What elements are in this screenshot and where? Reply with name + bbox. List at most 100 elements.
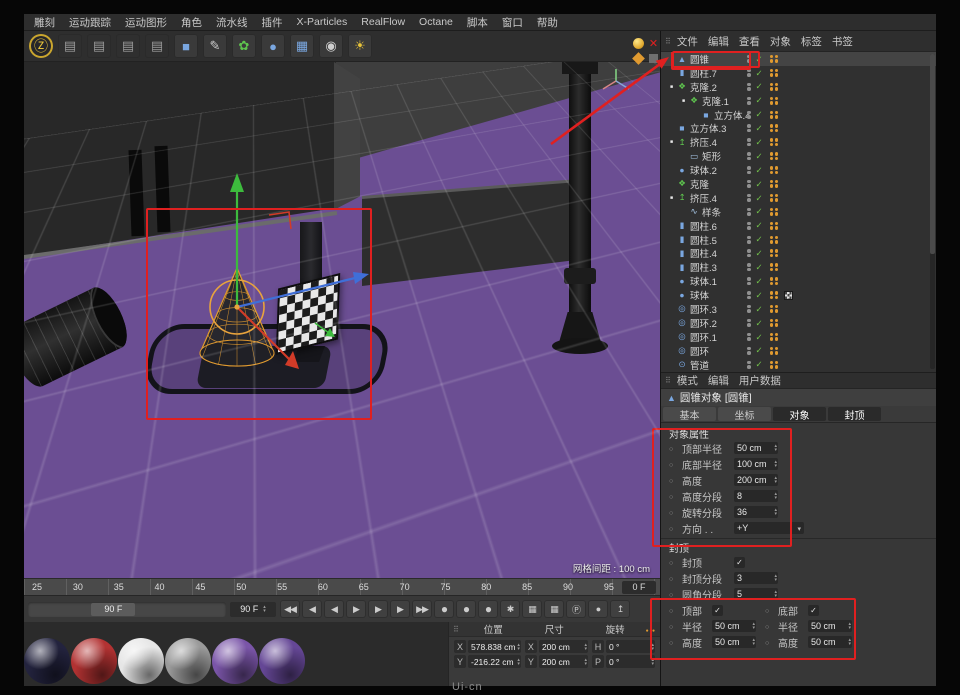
layer-dots-icon[interactable] (770, 97, 779, 105)
pen-spline-icon[interactable]: ✎ (203, 34, 227, 58)
anim-dot-icon[interactable] (669, 507, 678, 518)
material-sphere[interactable] (165, 638, 211, 684)
timeline-end-field[interactable]: 0 F (622, 581, 656, 594)
anim-dot-icon[interactable] (669, 557, 678, 568)
layer-dots-icon[interactable] (770, 291, 779, 299)
anim-dot-icon[interactable] (669, 605, 678, 616)
anim-dot-icon[interactable] (765, 621, 774, 632)
object-row[interactable]: ▮ 圆柱.5 ✓ (661, 233, 936, 247)
attribute-tab[interactable]: 坐标 (718, 407, 771, 421)
goto-start-button[interactable]: ◀◀ (280, 600, 300, 618)
visibility-dots-icon[interactable] (747, 111, 751, 119)
object-row[interactable]: ■ ↥ 挤压.4 ✓ (661, 135, 936, 149)
visibility-dots-icon[interactable] (747, 361, 751, 369)
timeline-slider[interactable]: 90 F (28, 602, 226, 617)
anim-dot-icon[interactable] (669, 459, 678, 470)
object-row[interactable]: ■ ↥ 挤压.4 ✓ (661, 191, 936, 205)
coordinate-input[interactable]: 0 ° (606, 655, 655, 668)
layer-dots-icon[interactable] (770, 69, 779, 77)
enable-check-icon[interactable]: ✓ (756, 291, 765, 300)
enable-check-icon[interactable]: ✓ (756, 166, 765, 175)
timeline-ruler[interactable]: 253035404550556065707580859095 0 F (24, 578, 660, 595)
object-row[interactable]: ● 球体.2 ✓ (661, 163, 936, 177)
render-region-icon[interactable]: ▤ (87, 34, 111, 58)
layer-dots-icon[interactable] (770, 166, 779, 174)
object-row[interactable]: ■ ❖ 克隆.2 ✓ (661, 80, 936, 94)
object-row[interactable]: ◎ 圆环.3 ✓ (661, 302, 936, 316)
object-row[interactable]: ● 球体 ✓ (661, 288, 936, 302)
menu-item[interactable]: 运动图形 (125, 15, 167, 30)
object-row[interactable]: ▮ 圆柱.4 ✓ (661, 246, 936, 260)
enable-check-icon[interactable]: ✓ (756, 124, 765, 133)
goto-end-button[interactable]: ▶▶ (412, 600, 432, 618)
field-input[interactable]: 8 (734, 490, 778, 502)
layer-dots-icon[interactable] (770, 236, 779, 244)
light-object-icon[interactable] (633, 38, 644, 49)
anim-dot-icon[interactable] (669, 589, 678, 600)
visibility-dots-icon[interactable] (747, 194, 751, 202)
enable-check-icon[interactable]: ✓ (756, 138, 765, 147)
field-input[interactable]: 5 (734, 588, 778, 600)
attribute-tab[interactable]: 基本 (663, 407, 716, 421)
layer-dots-icon[interactable] (770, 277, 779, 285)
field-input[interactable]: 100 cm (734, 458, 778, 470)
scrollbar[interactable] (930, 54, 935, 369)
anim-dot-icon[interactable] (669, 573, 678, 584)
visibility-dots-icon[interactable] (747, 69, 751, 77)
attribute-tab[interactable]: 封顶 (828, 407, 881, 421)
visibility-dots-icon[interactable] (747, 208, 751, 216)
upload-button[interactable]: ↥ (610, 600, 630, 618)
material-sphere[interactable] (118, 638, 164, 684)
anim-dot-icon[interactable] (669, 637, 678, 648)
field-input[interactable]: 50 cm (734, 442, 778, 454)
enable-check-icon[interactable]: ✓ (756, 277, 765, 286)
enable-check-icon[interactable]: ✓ (756, 333, 765, 342)
menu-item[interactable]: 编辑 (708, 34, 729, 49)
next-key-button[interactable]: ▶ (390, 600, 410, 618)
menu-item[interactable]: 对象 (770, 34, 791, 49)
visibility-dots-icon[interactable] (747, 305, 751, 313)
stepper-arrows-icon[interactable] (774, 476, 777, 484)
pole-object[interactable] (569, 62, 591, 348)
goz-icon[interactable]: Ⓩ (29, 34, 53, 58)
stepper-arrows-icon[interactable] (774, 444, 777, 452)
layer-dots-icon[interactable] (770, 55, 779, 63)
field-plane-icon[interactable]: ▦ (290, 34, 314, 58)
layer-dots-icon[interactable] (770, 333, 779, 341)
visibility-dots-icon[interactable] (747, 97, 751, 105)
enable-check-icon[interactable]: ✓ (756, 235, 765, 244)
stepper-arrows-icon[interactable] (651, 643, 654, 651)
field-input[interactable]: 50 cm (712, 636, 756, 648)
enable-check-icon[interactable]: ✓ (756, 194, 765, 203)
render-queue-icon[interactable]: ▤ (145, 34, 169, 58)
layer-dots-icon[interactable] (770, 319, 779, 327)
layer-dots-icon[interactable] (770, 347, 779, 355)
record-keyframe-button[interactable]: ● (434, 600, 454, 618)
visibility-dots-icon[interactable] (747, 152, 751, 160)
current-frame-field[interactable]: 90 F (230, 602, 276, 617)
stepper-arrows-icon[interactable] (651, 658, 654, 666)
stepper-arrows-icon[interactable] (774, 574, 777, 582)
visibility-dots-icon[interactable] (747, 138, 751, 146)
render-settings-icon[interactable]: ▤ (116, 34, 140, 58)
anim-dot-icon[interactable] (669, 621, 678, 632)
object-row[interactable]: ● 球体.1 ✓ (661, 274, 936, 288)
camera-icon[interactable]: ◉ (319, 34, 343, 58)
menu-item[interactable]: RealFlow (361, 16, 405, 28)
stepper-arrows-icon[interactable] (752, 622, 755, 630)
stepper-arrows-icon[interactable] (774, 508, 777, 516)
object-row[interactable]: ■ 立方体.3 ✓ (661, 121, 936, 135)
field-dropdown[interactable]: +Y (734, 522, 804, 534)
menu-item[interactable]: 窗口 (502, 15, 523, 30)
anim-dot-icon[interactable] (669, 491, 678, 502)
record-scale-button[interactable]: ▦ (544, 600, 564, 618)
enable-check-icon[interactable]: ✓ (756, 207, 765, 216)
enable-check-icon[interactable]: ✓ (756, 180, 765, 189)
stepper-arrows-icon[interactable] (517, 658, 520, 666)
expand-toggle-icon[interactable]: ■ (667, 195, 676, 201)
light-icon[interactable]: ☀ (348, 34, 372, 58)
barrel-object[interactable] (24, 280, 144, 404)
stepper-arrows-icon[interactable] (752, 638, 755, 646)
layer-dots-icon[interactable] (770, 111, 779, 119)
coordinate-input[interactable]: 200 cm (539, 640, 588, 653)
